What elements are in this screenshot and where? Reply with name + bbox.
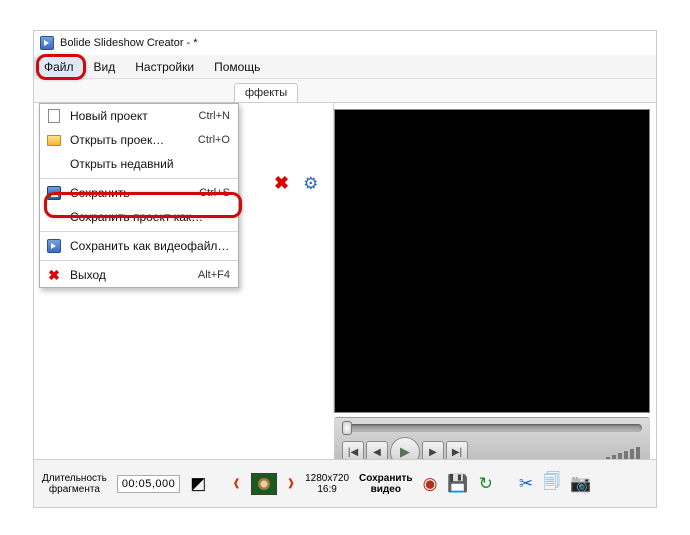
seek-handle[interactable] xyxy=(342,421,352,435)
close-icon: ✖ xyxy=(46,267,62,283)
disc-icon[interactable]: ◉ xyxy=(423,474,438,494)
menu-item-label: Открыть недавний xyxy=(70,157,230,171)
shortcut-label: Ctrl+O xyxy=(198,134,230,146)
menu-item-label: Выход xyxy=(70,268,190,282)
menu-item-save[interactable]: Сохранить Ctrl+S xyxy=(40,181,238,205)
tabstrip: ффекты xyxy=(34,79,656,103)
separator xyxy=(40,178,238,179)
clip-thumbnail[interactable] xyxy=(251,473,277,495)
menu-item-label: Новый проект xyxy=(70,109,191,123)
video-preview xyxy=(334,109,650,413)
page-icon xyxy=(46,108,62,124)
save-icon xyxy=(46,185,62,201)
menu-settings[interactable]: Настройки xyxy=(125,57,204,77)
menu-item-save-as-video[interactable]: Сохранить как видеофайл… xyxy=(40,234,238,258)
seek-bar[interactable] xyxy=(342,424,642,432)
menu-file[interactable]: Файл xyxy=(34,57,84,77)
shortcut-label: Alt+F4 xyxy=(198,269,230,281)
menu-view[interactable]: Вид xyxy=(84,57,126,77)
menubar: Файл Вид Настройки Помощь xyxy=(34,55,656,79)
right-bracket-icon[interactable]: ❱ xyxy=(287,478,295,489)
save-icon[interactable]: 💾 xyxy=(447,474,468,494)
contrast-icon[interactable]: ◩ xyxy=(190,474,206,494)
menu-item-label: Открыть проек… xyxy=(70,133,190,147)
folder-icon xyxy=(46,132,62,148)
left-pane: Новый проект Ctrl+N Открыть проек… Ctrl+… xyxy=(34,103,334,413)
menu-item-save-project-as[interactable]: Сохранить проект как… xyxy=(40,205,238,229)
scissors-icon[interactable]: ✂ xyxy=(519,474,533,494)
window-title: Bolide Slideshow Creator - * xyxy=(60,37,198,49)
shortcut-label: Ctrl+S xyxy=(199,187,230,199)
content-area: Новый проект Ctrl+N Открыть проек… Ctrl+… xyxy=(34,103,656,413)
delete-icon[interactable]: ✖ xyxy=(274,173,289,194)
titlebar: Bolide Slideshow Creator - * xyxy=(34,31,656,55)
duration-value[interactable]: 00:05,000 xyxy=(117,475,180,493)
gear-icon[interactable]: ⚙ xyxy=(303,174,318,194)
save-video-label[interactable]: Сохранить видео xyxy=(359,473,413,495)
file-menu-dropdown: Новый проект Ctrl+N Открыть проек… Ctrl+… xyxy=(39,103,239,288)
menu-item-exit[interactable]: ✖ Выход Alt+F4 xyxy=(40,263,238,287)
video-icon xyxy=(46,238,62,254)
camera-icon[interactable]: 📷 xyxy=(570,474,591,494)
menu-item-new-project[interactable]: Новый проект Ctrl+N xyxy=(40,104,238,128)
blank-icon xyxy=(46,156,62,172)
refresh-icon[interactable]: ↻ xyxy=(479,474,493,494)
tool-icons: ✖ ⚙ xyxy=(274,173,318,194)
menu-item-open-project[interactable]: Открыть проек… Ctrl+O xyxy=(40,128,238,152)
app-icon xyxy=(40,36,54,50)
resolution-label: 1280x720 16:9 xyxy=(305,473,349,495)
duration-label: Длительность фрагмента xyxy=(42,473,107,495)
tab-effects[interactable]: ффекты xyxy=(234,83,298,102)
copy-icon[interactable]: 🗐 xyxy=(543,469,560,498)
menu-item-open-recent[interactable]: Открыть недавний xyxy=(40,152,238,176)
app-window: Bolide Slideshow Creator - * Файл Вид На… xyxy=(33,30,657,508)
left-bracket-icon[interactable]: ❰ xyxy=(232,478,240,489)
menu-item-label: Сохранить как видеофайл… xyxy=(70,239,230,253)
menu-item-label: Сохранить xyxy=(70,186,191,200)
blank-icon xyxy=(46,209,62,225)
menu-item-label: Сохранить проект как… xyxy=(70,210,230,224)
separator xyxy=(40,260,238,261)
statusbar: Длительность фрагмента 00:05,000 ◩ ❰ ❱ 1… xyxy=(34,459,656,507)
menu-help[interactable]: Помощь xyxy=(204,57,270,77)
separator xyxy=(40,231,238,232)
shortcut-label: Ctrl+N xyxy=(199,110,230,122)
